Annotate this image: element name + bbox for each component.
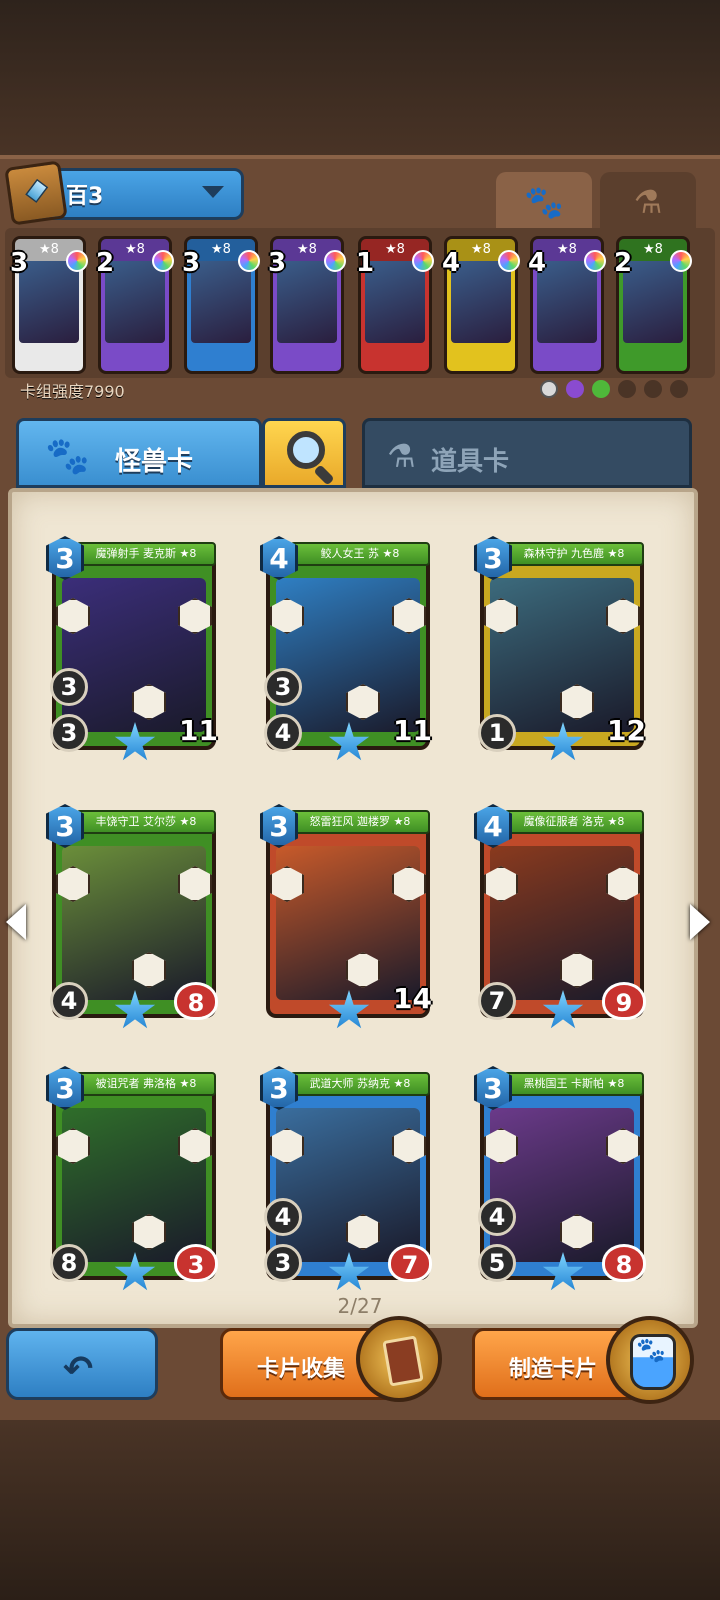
card-attack: 4	[478, 1198, 516, 1236]
tab-monster-deck[interactable]: 🐾	[496, 172, 592, 232]
rainbow-gem-icon	[412, 250, 434, 272]
monster-card[interactable]: 被诅咒者 弗洛格 ★8 3 8 3	[46, 1066, 218, 1291]
paw-icon	[644, 380, 662, 398]
monster-card[interactable]: 魔弹射手 麦克斯 ★8 3 3 3 11	[46, 536, 218, 761]
monster-card[interactable]: 黑桃国王 卡斯帕 ★8 3 4 5 8	[474, 1066, 646, 1291]
tab-item-deck[interactable]: ⚗	[600, 172, 696, 232]
paw-icon: 🐾	[45, 436, 90, 477]
card-health: 7	[388, 1244, 432, 1282]
circle-icon	[540, 380, 558, 398]
card-defense: 4	[264, 714, 302, 752]
card-name: 鲛人女王 苏 ★8	[290, 542, 430, 566]
shield-icon	[566, 380, 584, 398]
search-icon	[287, 431, 325, 469]
card-health: 12	[607, 714, 646, 747]
monster-card[interactable]: 丰饶守卫 艾尔莎 ★8 3 4 8	[46, 804, 218, 1029]
craft-jar-icon[interactable]: 🐾	[606, 1316, 694, 1404]
deck-card-cost: 2	[96, 248, 115, 278]
search-button[interactable]	[262, 418, 346, 488]
deck-card-cost: 3	[10, 248, 29, 278]
top-background	[0, 0, 720, 160]
deck-card-cost: 1	[356, 248, 375, 278]
monster-card[interactable]: 怒雷狂风 迦楼罗 ★8 3 14	[260, 804, 432, 1029]
card-health: 3	[174, 1244, 218, 1282]
next-page-arrow[interactable]	[690, 904, 710, 940]
card-name: 丰饶守卫 艾尔莎 ★8	[76, 810, 216, 834]
potion-icon: ⚗	[633, 183, 663, 221]
card-health: 11	[179, 714, 218, 747]
deck-card-cost: 2	[614, 248, 633, 278]
status-icons	[540, 380, 688, 398]
deck-power: 卡组强度7990	[20, 382, 125, 401]
card-defense: 3	[50, 714, 88, 752]
rainbow-gem-icon	[152, 250, 174, 272]
card-attack: 3	[50, 668, 88, 706]
card-name: 魔弹射手 麦克斯 ★8	[76, 542, 216, 566]
tab-monster-cards[interactable]: 🐾 怪兽卡	[16, 418, 262, 488]
back-arrow-icon: ↶	[63, 1349, 94, 1390]
monster-card[interactable]: 鲛人女王 苏 ★8 4 3 4 11	[260, 536, 432, 761]
deck-card-cost: 3	[268, 248, 287, 278]
card-name: 黑桃国王 卡斯帕 ★8	[504, 1072, 644, 1096]
card-defense: 4	[50, 982, 88, 1020]
page-indicator: 2/27	[337, 1294, 383, 1318]
rainbow-gem-icon	[324, 250, 346, 272]
card-name: 武道大师 苏纳克 ★8	[290, 1072, 430, 1096]
paw-icon	[618, 380, 636, 398]
card-defense: 3	[264, 1244, 302, 1282]
deck-card-cost: 4	[528, 248, 547, 278]
card-name: 魔像征服者 洛克 ★8	[504, 810, 644, 834]
monster-card[interactable]: 武道大师 苏纳克 ★8 3 4 3 7	[260, 1066, 432, 1291]
tab-item-cards[interactable]: ⚗ 道具卡	[362, 418, 692, 488]
paw-icon: 🐾	[524, 183, 564, 221]
card-attack: 4	[264, 1198, 302, 1236]
rainbow-gem-icon	[238, 250, 260, 272]
card-name: 被诅咒者 弗洛格 ★8	[76, 1072, 216, 1096]
card-name: 怒雷狂风 迦楼罗 ★8	[290, 810, 430, 834]
tab-monster-label: 怪兽卡	[115, 447, 194, 477]
bottom-background	[0, 1420, 720, 1600]
card-health: 8	[602, 1244, 646, 1282]
card-defense: 5	[478, 1244, 516, 1282]
card-collection-label: 卡片收集	[257, 1357, 346, 1382]
craft-card-label: 制造卡片	[509, 1357, 598, 1382]
chevron-down-icon[interactable]	[202, 186, 224, 198]
deck-card-cost: 4	[442, 248, 461, 278]
deck-book-icon	[4, 160, 68, 226]
rainbow-gem-icon	[66, 250, 88, 272]
deck-card-cost: 3	[182, 248, 201, 278]
back-button[interactable]: ↶	[6, 1328, 158, 1400]
rainbow-gem-icon	[670, 250, 692, 272]
rainbow-gem-icon	[498, 250, 520, 272]
card-defense: 7	[478, 982, 516, 1020]
card-defense: 8	[50, 1244, 88, 1282]
leaf-icon	[592, 380, 610, 398]
rainbow-gem-icon	[584, 250, 606, 272]
deck-name: 百3	[66, 184, 104, 209]
monster-card[interactable]: 魔像征服者 洛克 ★8 4 7 9	[474, 804, 646, 1029]
prev-page-arrow[interactable]	[6, 904, 26, 940]
card-attack: 3	[264, 668, 302, 706]
card-health: 9	[602, 982, 646, 1020]
card-health: 11	[393, 714, 432, 747]
card-health: 14	[393, 982, 432, 1015]
card-collection-icon[interactable]	[356, 1316, 442, 1402]
card-name: 森林守护 九色鹿 ★8	[504, 542, 644, 566]
card-defense: 1	[478, 714, 516, 752]
potion-icon: ⚗	[387, 437, 416, 475]
tab-item-label: 道具卡	[431, 447, 510, 477]
monster-card[interactable]: 森林守护 九色鹿 ★8 3 1 12	[474, 536, 646, 761]
paw-icon	[670, 380, 688, 398]
card-health: 8	[174, 982, 218, 1020]
